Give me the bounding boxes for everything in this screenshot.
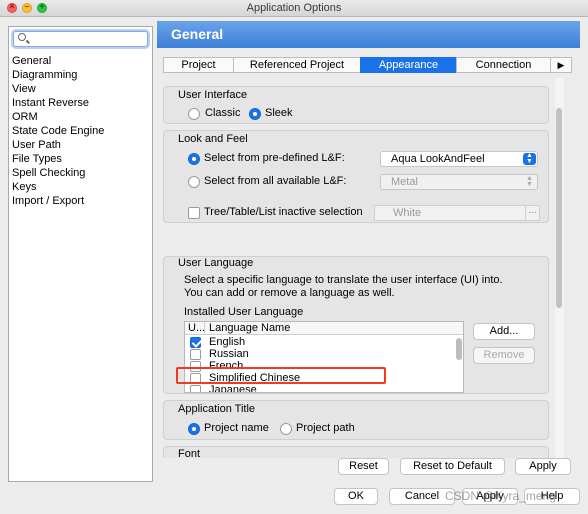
tab-bar: Project Referenced Project Appearance Co… bbox=[163, 57, 572, 73]
search-icon bbox=[18, 33, 26, 41]
page-title: General bbox=[171, 26, 224, 42]
classic-label: Classic bbox=[205, 107, 241, 119]
all-lf-value: Metal bbox=[391, 176, 418, 188]
column-divider bbox=[204, 322, 205, 335]
tab-project[interactable]: Project bbox=[163, 57, 234, 73]
font-group: Font bbox=[163, 446, 549, 458]
ok-button[interactable]: OK bbox=[334, 488, 378, 505]
search-input[interactable] bbox=[13, 31, 148, 47]
sleek-label: Sleek bbox=[265, 107, 293, 119]
language-table-scrollbar[interactable] bbox=[456, 338, 462, 360]
inactive-selection-value: White bbox=[393, 207, 422, 219]
title-bar: × – + Application Options bbox=[0, 0, 588, 17]
application-title-group: Application Title Project name Project p… bbox=[163, 400, 549, 440]
tree-item-state-code-engine[interactable]: State Code Engine bbox=[12, 124, 104, 138]
table-row[interactable]: Japanese bbox=[185, 384, 457, 393]
predefined-lf-value: Aqua LookAndFeel bbox=[391, 153, 485, 165]
tree-item-orm[interactable]: ORM bbox=[12, 110, 104, 124]
inactive-selection-label: Tree/Table/List inactive selection bbox=[204, 206, 363, 218]
tree-item-keys[interactable]: Keys bbox=[12, 180, 104, 194]
tree-item-general[interactable]: General bbox=[12, 54, 104, 68]
predefined-lf-radio[interactable] bbox=[188, 153, 200, 165]
language-checkbox[interactable] bbox=[190, 337, 201, 348]
remove-language-button[interactable]: Remove bbox=[473, 347, 535, 364]
font-title: Font bbox=[178, 448, 201, 458]
tree-item-file-types[interactable]: File Types bbox=[12, 152, 104, 166]
tab-appearance[interactable]: Appearance bbox=[360, 57, 457, 73]
inactive-selection-color-field: White ... bbox=[374, 205, 540, 221]
category-panel: General Diagramming View Instant Reverse… bbox=[8, 26, 153, 482]
predefined-lf-select[interactable]: Aqua LookAndFeel ▲ ▼ bbox=[380, 151, 538, 167]
options-panel: General Project Referenced Project Appea… bbox=[157, 21, 580, 484]
project-path-label: Project path bbox=[296, 422, 355, 434]
tab-connection[interactable]: Connection bbox=[456, 57, 551, 73]
user-language-description-2: You can add or remove a language as well… bbox=[184, 287, 395, 299]
scrollbar-thumb[interactable] bbox=[556, 108, 562, 308]
all-lf-label: Select from all available L&F: bbox=[204, 175, 347, 187]
window-title: Application Options bbox=[246, 2, 342, 14]
classic-radio[interactable] bbox=[188, 108, 200, 120]
tree-item-instant-reverse[interactable]: Instant Reverse bbox=[12, 96, 104, 110]
updown-chevron-icon: ▲ ▼ bbox=[526, 175, 533, 188]
predefined-lf-label: Select from pre-defined L&F: bbox=[204, 152, 345, 164]
all-lf-select[interactable]: Metal ▲ ▼ bbox=[380, 174, 538, 190]
apply-button[interactable]: Apply bbox=[515, 458, 571, 475]
reset-button[interactable]: Reset bbox=[338, 458, 389, 475]
language-checkbox[interactable] bbox=[190, 385, 201, 392]
color-picker-button[interactable]: ... bbox=[525, 206, 539, 220]
tree-item-import-export[interactable]: Import / Export bbox=[12, 194, 104, 208]
look-and-feel-title: Look and Feel bbox=[178, 133, 248, 145]
updown-chevron-icon: ▲ ▼ bbox=[523, 152, 536, 165]
application-title-title: Application Title bbox=[178, 403, 256, 415]
tree-item-diagramming[interactable]: Diagramming bbox=[12, 68, 104, 82]
user-language-description-1: Select a specific language to translate … bbox=[184, 274, 503, 286]
tree-item-user-path[interactable]: User Path bbox=[12, 138, 104, 152]
inactive-selection-checkbox[interactable] bbox=[188, 207, 200, 219]
user-language-group: User Language Select a specific language… bbox=[163, 256, 549, 394]
user-language-title: User Language bbox=[178, 257, 254, 269]
content-scrollbar[interactable] bbox=[555, 78, 564, 458]
language-name: Russian bbox=[209, 348, 249, 360]
reset-to-default-button[interactable]: Reset to Default bbox=[400, 458, 505, 475]
user-interface-title: User Interface bbox=[178, 89, 248, 101]
appearance-content: User Interface Classic Sleek Look and Fe… bbox=[163, 78, 553, 458]
project-name-label: Project name bbox=[204, 422, 269, 434]
tree-item-view[interactable]: View bbox=[12, 82, 104, 96]
highlight-annotation bbox=[176, 367, 386, 384]
project-name-radio[interactable] bbox=[188, 423, 200, 435]
category-tree: General Diagramming View Instant Reverse… bbox=[12, 54, 104, 208]
user-interface-group: User Interface Classic Sleek bbox=[163, 86, 549, 124]
watermark-text: CSDN @Kyra_meng bbox=[445, 489, 556, 503]
language-checkbox[interactable] bbox=[190, 349, 201, 360]
tree-item-spell-checking[interactable]: Spell Checking bbox=[12, 166, 104, 180]
page-header: General bbox=[157, 21, 580, 48]
tab-scroll-right[interactable]: ▶ bbox=[550, 57, 572, 73]
project-path-radio[interactable] bbox=[280, 423, 292, 435]
col-language-name-header[interactable]: Language Name bbox=[209, 322, 290, 334]
all-lf-radio[interactable] bbox=[188, 176, 200, 188]
sleek-radio[interactable] bbox=[249, 108, 261, 120]
look-and-feel-group: Look and Feel Select from pre-defined L&… bbox=[163, 130, 549, 223]
installed-language-label: Installed User Language bbox=[184, 306, 304, 318]
col-use-header[interactable]: U... bbox=[188, 322, 205, 334]
language-table-header: U... Language Name bbox=[185, 322, 463, 335]
language-name: Japanese bbox=[209, 384, 257, 393]
add-language-button[interactable]: Add... bbox=[473, 323, 535, 340]
language-name: English bbox=[209, 336, 246, 348]
tab-referenced-project[interactable]: Referenced Project bbox=[233, 57, 361, 73]
